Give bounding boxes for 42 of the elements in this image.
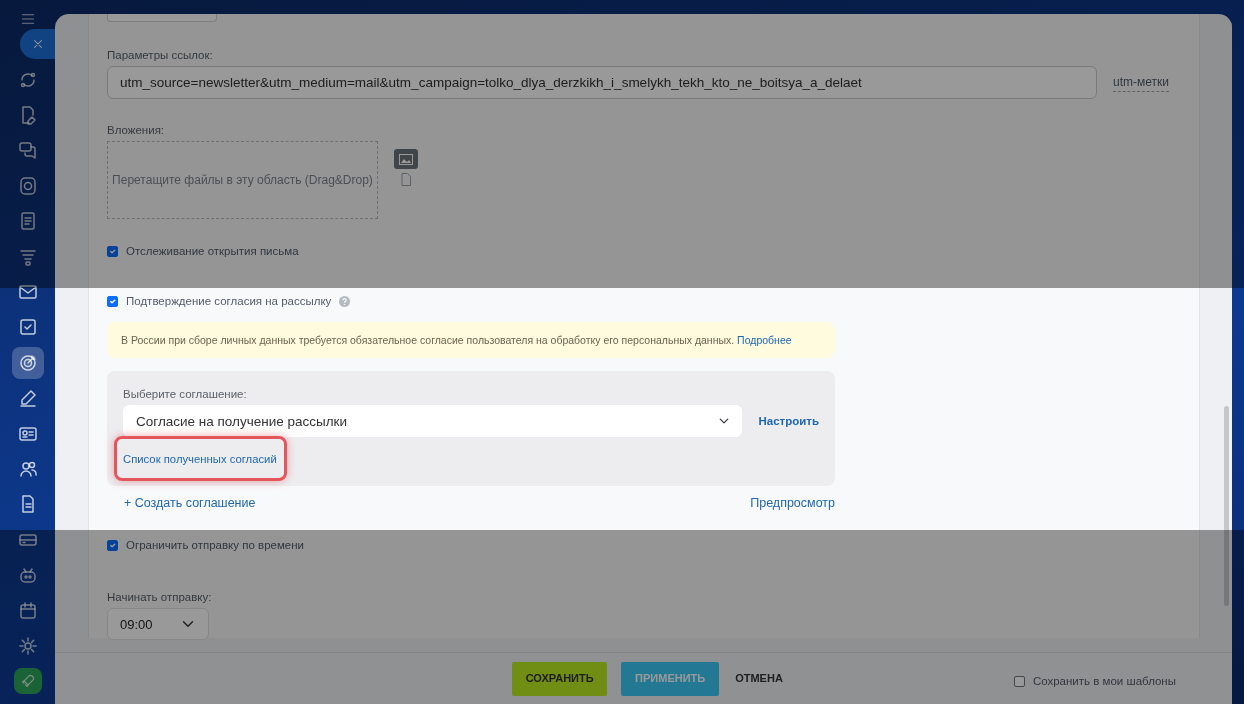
checkbox[interactable] xyxy=(107,296,118,308)
field-label: Выберите соглашение: xyxy=(123,388,247,402)
create-agreement-link[interactable]: + Создать соглашение xyxy=(124,494,256,513)
cancel-button[interactable]: ОТМЕНА xyxy=(733,670,785,687)
field-label: Начинать отправку: xyxy=(107,591,212,605)
help-icon[interactable] xyxy=(339,296,351,308)
link-params-field[interactable]: utm_source=newsletter&utm_medium=mail&utm_campaign=tolko_dlya_derzkikh_i_smelykh_tekh_kto_ne_boitsya_a_delaet xyxy=(107,66,1097,99)
details-link[interactable]: Подробнее xyxy=(737,333,792,346)
robot-icon xyxy=(17,565,38,586)
chat-icon xyxy=(17,140,38,161)
consent-notice: В России при сборе личных данных требуется обязательное согласие пользователя на обработку его персональных данных. Подробнее xyxy=(107,321,835,359)
configure-link[interactable]: Настроить xyxy=(758,412,819,430)
field-label: Вложения: xyxy=(107,124,165,138)
launch-button[interactable] xyxy=(13,668,42,695)
target-icon xyxy=(17,352,38,373)
checkbox-label: Отслеживание открытия письма xyxy=(126,244,299,259)
checkbox-label: Подтверждение согласия на рассылку xyxy=(126,294,332,310)
task-checkbox-icon xyxy=(17,317,38,338)
field-label: Параметры ссылок: xyxy=(107,49,213,63)
time-select[interactable]: 09:00 xyxy=(107,608,209,641)
checkbox[interactable] xyxy=(107,540,118,552)
menu-icon xyxy=(19,12,36,26)
close-button[interactable] xyxy=(19,29,56,59)
consents-list-link[interactable]: Список полученных согласий xyxy=(123,453,277,466)
checkbox[interactable] xyxy=(107,246,118,258)
save-button[interactable]: СОХРАНИТЬ xyxy=(512,661,608,696)
agreement-select[interactable]: Согласие на получение рассылки xyxy=(123,405,743,438)
device-icon xyxy=(17,175,38,196)
image-upload-button[interactable] xyxy=(394,149,418,169)
checkbox-label: Ограничить отправку по времени xyxy=(126,537,304,553)
sidebar-item[interactable] xyxy=(11,346,44,379)
preview-link[interactable]: Предпросмотр xyxy=(750,494,835,513)
calendar-icon xyxy=(17,600,38,621)
image-icon xyxy=(399,153,413,165)
pen-icon xyxy=(17,388,38,409)
file-dropzone[interactable]: Перетащите файлы в эту область (Drag&Drop) xyxy=(107,141,378,219)
people-icon xyxy=(17,459,38,479)
file-icon[interactable] xyxy=(401,173,411,186)
checkbox[interactable] xyxy=(1013,676,1025,688)
checkbox-label: Сохранить в мои шаблоны xyxy=(1032,674,1176,689)
scrollbar-thumb[interactable] xyxy=(1224,406,1229,606)
utm-tags-link[interactable]: utm-метки xyxy=(1113,73,1169,92)
